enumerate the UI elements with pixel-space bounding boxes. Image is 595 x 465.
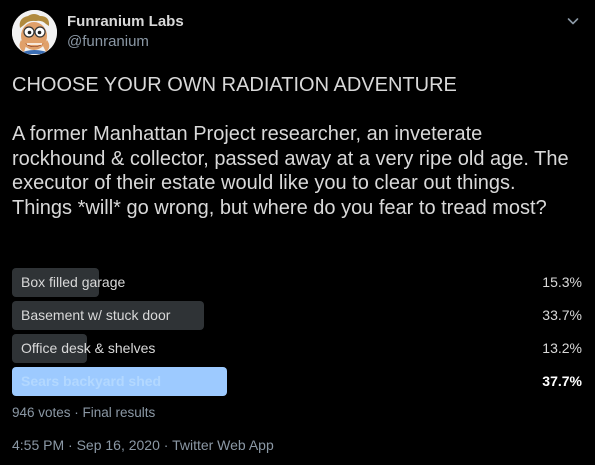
- poll-option-label: Office desk & shelves: [21, 340, 156, 356]
- poll-option-percent: 33.7%: [542, 307, 582, 323]
- cartoon-scientist-avatar-icon: [12, 10, 57, 55]
- poll-option[interactable]: Basement w/ stuck door 33.7%: [12, 301, 583, 330]
- poll: Box filled garage 15.3% Basement w/ stuc…: [12, 268, 583, 400]
- poll-option-percent: 13.2%: [542, 340, 582, 356]
- tweet-text: CHOOSE YOUR OWN RADIATION ADVENTURE A fo…: [12, 74, 569, 219]
- poll-option-label: Sears backyard shed: [21, 373, 162, 389]
- poll-option-winner[interactable]: Sears backyard shed 37.7%: [12, 367, 583, 396]
- poll-option-label: Basement w/ stuck door: [21, 307, 171, 323]
- poll-option-percent: 37.7%: [542, 373, 582, 389]
- chevron-down-icon[interactable]: [565, 13, 581, 29]
- poll-option-percent: 15.3%: [542, 274, 582, 290]
- author-display-name[interactable]: Funranium Labs: [67, 13, 184, 30]
- avatar[interactable]: [12, 10, 57, 55]
- tweet-card: Funranium Labs @funranium CHOOSE YOUR OW…: [0, 0, 595, 465]
- poll-summary: 946 votes · Final results: [12, 405, 156, 420]
- poll-option-label: Box filled garage: [21, 274, 126, 290]
- author-handle[interactable]: @funranium: [67, 33, 149, 50]
- poll-option[interactable]: Office desk & shelves 13.2%: [12, 334, 583, 363]
- tweet-timestamp[interactable]: 4:55 PM · Sep 16, 2020 · Twitter Web App: [12, 437, 274, 453]
- poll-option[interactable]: Box filled garage 15.3%: [12, 268, 583, 297]
